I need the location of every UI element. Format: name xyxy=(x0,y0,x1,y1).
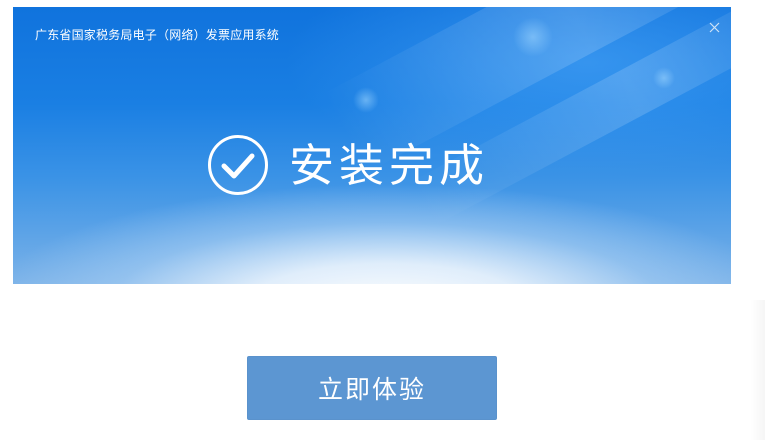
check-circle-icon xyxy=(208,135,268,195)
window-edge-shadow xyxy=(750,300,765,440)
close-button[interactable] xyxy=(702,15,726,39)
close-icon xyxy=(709,22,719,32)
decorative-bubble xyxy=(353,87,379,113)
decorative-bubble xyxy=(513,17,553,57)
installer-window: 广东省国家税务局电子（网络）发票应用系统 安装完成 立即体验 xyxy=(0,0,765,440)
status-text: 安装完成 xyxy=(289,138,490,192)
window-title: 广东省国家税务局电子（网络）发票应用系统 xyxy=(35,28,280,42)
install-status: 安装完成 xyxy=(207,133,489,197)
start-experience-button[interactable]: 立即体验 xyxy=(247,356,497,420)
header-banner: 广东省国家税务局电子（网络）发票应用系统 安装完成 xyxy=(13,7,731,284)
decorative-bubble xyxy=(653,67,675,89)
